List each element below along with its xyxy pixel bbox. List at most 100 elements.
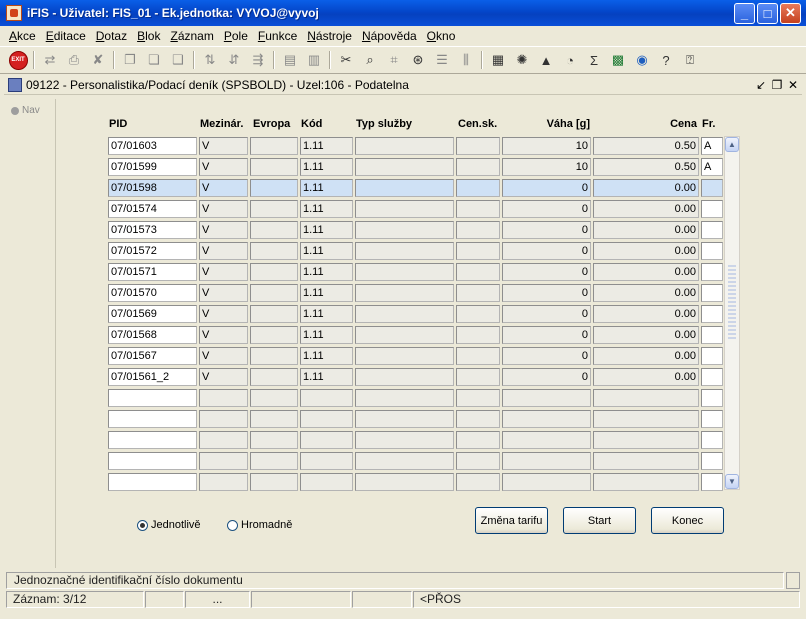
- cell-cena[interactable]: [593, 389, 699, 407]
- cell-typ[interactable]: [355, 473, 454, 491]
- menu-okno[interactable]: Okno: [422, 29, 461, 43]
- cell-mezinar[interactable]: V: [199, 305, 248, 323]
- cell-cena[interactable]: [593, 431, 699, 449]
- paste-icon[interactable]: ❑: [168, 50, 188, 70]
- minimize-icon[interactable]: _: [734, 2, 755, 24]
- cell-evropa[interactable]: [250, 431, 298, 449]
- cell-pid[interactable]: [108, 452, 197, 470]
- cell-typ[interactable]: [355, 158, 454, 176]
- cell-evropa[interactable]: [250, 284, 298, 302]
- cell-vaha[interactable]: [502, 473, 591, 491]
- cell-evropa[interactable]: [250, 473, 298, 491]
- cell-vaha[interactable]: 10: [502, 158, 591, 176]
- cell-censk[interactable]: [456, 431, 500, 449]
- cell-fr[interactable]: [701, 242, 723, 260]
- start-button[interactable]: Start: [563, 507, 636, 534]
- query-icon[interactable]: ⌗: [384, 50, 404, 70]
- konec-button[interactable]: Konec: [651, 507, 724, 534]
- cell-vaha[interactable]: 0: [502, 200, 591, 218]
- cell-vaha[interactable]: [502, 410, 591, 428]
- cell-vaha[interactable]: 0: [502, 347, 591, 365]
- cell-vaha[interactable]: 0: [502, 305, 591, 323]
- cell-cena[interactable]: [593, 473, 699, 491]
- vertical-scrollbar[interactable]: ▲ ▼: [724, 136, 740, 490]
- find-icon[interactable]: ⌕: [360, 50, 380, 70]
- cell-mezinar[interactable]: V: [199, 347, 248, 365]
- cell-typ[interactable]: [355, 326, 454, 344]
- cell-vaha[interactable]: 0: [502, 368, 591, 386]
- cell-evropa[interactable]: [250, 347, 298, 365]
- cell-mezinar[interactable]: V: [199, 200, 248, 218]
- cell-censk[interactable]: [456, 179, 500, 197]
- list-icon[interactable]: ☰: [432, 50, 452, 70]
- cell-pid[interactable]: [108, 410, 197, 428]
- cell-typ[interactable]: [355, 389, 454, 407]
- cell-pid[interactable]: 07/01571: [108, 263, 197, 281]
- cell-evropa[interactable]: [250, 242, 298, 260]
- cell-evropa[interactable]: [250, 200, 298, 218]
- cell-cena[interactable]: 0.00: [593, 221, 699, 239]
- cell-pid[interactable]: 07/01603: [108, 137, 197, 155]
- cell-kod[interactable]: 1.11: [300, 284, 353, 302]
- cell-kod[interactable]: [300, 389, 353, 407]
- cell-typ[interactable]: [355, 200, 454, 218]
- cell-cena[interactable]: 0.00: [593, 200, 699, 218]
- cell-kod[interactable]: 1.11: [300, 368, 353, 386]
- sort-asc-icon[interactable]: ⇅: [200, 50, 220, 70]
- cell-mezinar[interactable]: V: [199, 221, 248, 239]
- scroll-up-icon[interactable]: ▲: [725, 137, 739, 152]
- cell-mezinar[interactable]: [199, 410, 248, 428]
- cell-kod[interactable]: 1.11: [300, 221, 353, 239]
- warning-icon[interactable]: ▲: [536, 50, 556, 70]
- cell-censk[interactable]: [456, 158, 500, 176]
- restore-form-icon[interactable]: ❐: [770, 78, 784, 92]
- clock-icon[interactable]: ◔: [560, 50, 580, 70]
- sum-icon[interactable]: Σ: [584, 50, 604, 70]
- cell-kod[interactable]: 1.11: [300, 326, 353, 344]
- cell-kod[interactable]: 1.11: [300, 137, 353, 155]
- cell-mezinar[interactable]: V: [199, 284, 248, 302]
- cell-kod[interactable]: 1.11: [300, 263, 353, 281]
- cell-fr[interactable]: [701, 347, 723, 365]
- cell-vaha[interactable]: 10: [502, 137, 591, 155]
- cell-fr[interactable]: [701, 452, 723, 470]
- cell-pid[interactable]: 07/01599: [108, 158, 197, 176]
- cell-censk[interactable]: [456, 368, 500, 386]
- cell-evropa[interactable]: [250, 158, 298, 176]
- cell-pid[interactable]: 07/01561_2: [108, 368, 197, 386]
- menu-akce[interactable]: Akce: [4, 29, 41, 43]
- sort-desc-icon[interactable]: ⇵: [224, 50, 244, 70]
- menu-blok[interactable]: Blok: [132, 29, 165, 43]
- maximize-icon[interactable]: □: [757, 2, 778, 24]
- menu-funkce[interactable]: Funkce: [253, 29, 302, 43]
- cell-censk[interactable]: [456, 137, 500, 155]
- exit-button[interactable]: EXIT: [8, 50, 28, 70]
- cell-censk[interactable]: [456, 410, 500, 428]
- menu-pole[interactable]: Pole: [219, 29, 253, 43]
- minimize-form-icon[interactable]: ↙: [754, 78, 768, 92]
- calculator-icon[interactable]: ▦: [488, 50, 508, 70]
- help-icon[interactable]: ?: [656, 50, 676, 70]
- cut-icon[interactable]: ✂: [336, 50, 356, 70]
- save-icon[interactable]: ⇄: [40, 50, 60, 70]
- settings-icon[interactable]: ✺: [512, 50, 532, 70]
- filter-icon[interactable]: ⇶: [248, 50, 268, 70]
- nav-item[interactable]: Nav: [11, 105, 55, 116]
- cell-pid[interactable]: 07/01574: [108, 200, 197, 218]
- cell-cena[interactable]: 0.00: [593, 368, 699, 386]
- zmena-tarifu-button[interactable]: Změna tarifu: [475, 507, 548, 534]
- cell-evropa[interactable]: [250, 221, 298, 239]
- cell-mezinar[interactable]: [199, 431, 248, 449]
- cell-kod[interactable]: 1.11: [300, 158, 353, 176]
- cell-vaha[interactable]: 0: [502, 221, 591, 239]
- cell-pid[interactable]: 07/01572: [108, 242, 197, 260]
- radio-hromadne[interactable]: Hromadně: [227, 519, 292, 531]
- cell-typ[interactable]: [355, 221, 454, 239]
- cell-kod[interactable]: [300, 473, 353, 491]
- cell-censk[interactable]: [456, 326, 500, 344]
- cell-kod[interactable]: 1.11: [300, 200, 353, 218]
- cell-fr[interactable]: [701, 389, 723, 407]
- cell-kod[interactable]: 1.11: [300, 305, 353, 323]
- cell-censk[interactable]: [456, 452, 500, 470]
- cell-typ[interactable]: [355, 431, 454, 449]
